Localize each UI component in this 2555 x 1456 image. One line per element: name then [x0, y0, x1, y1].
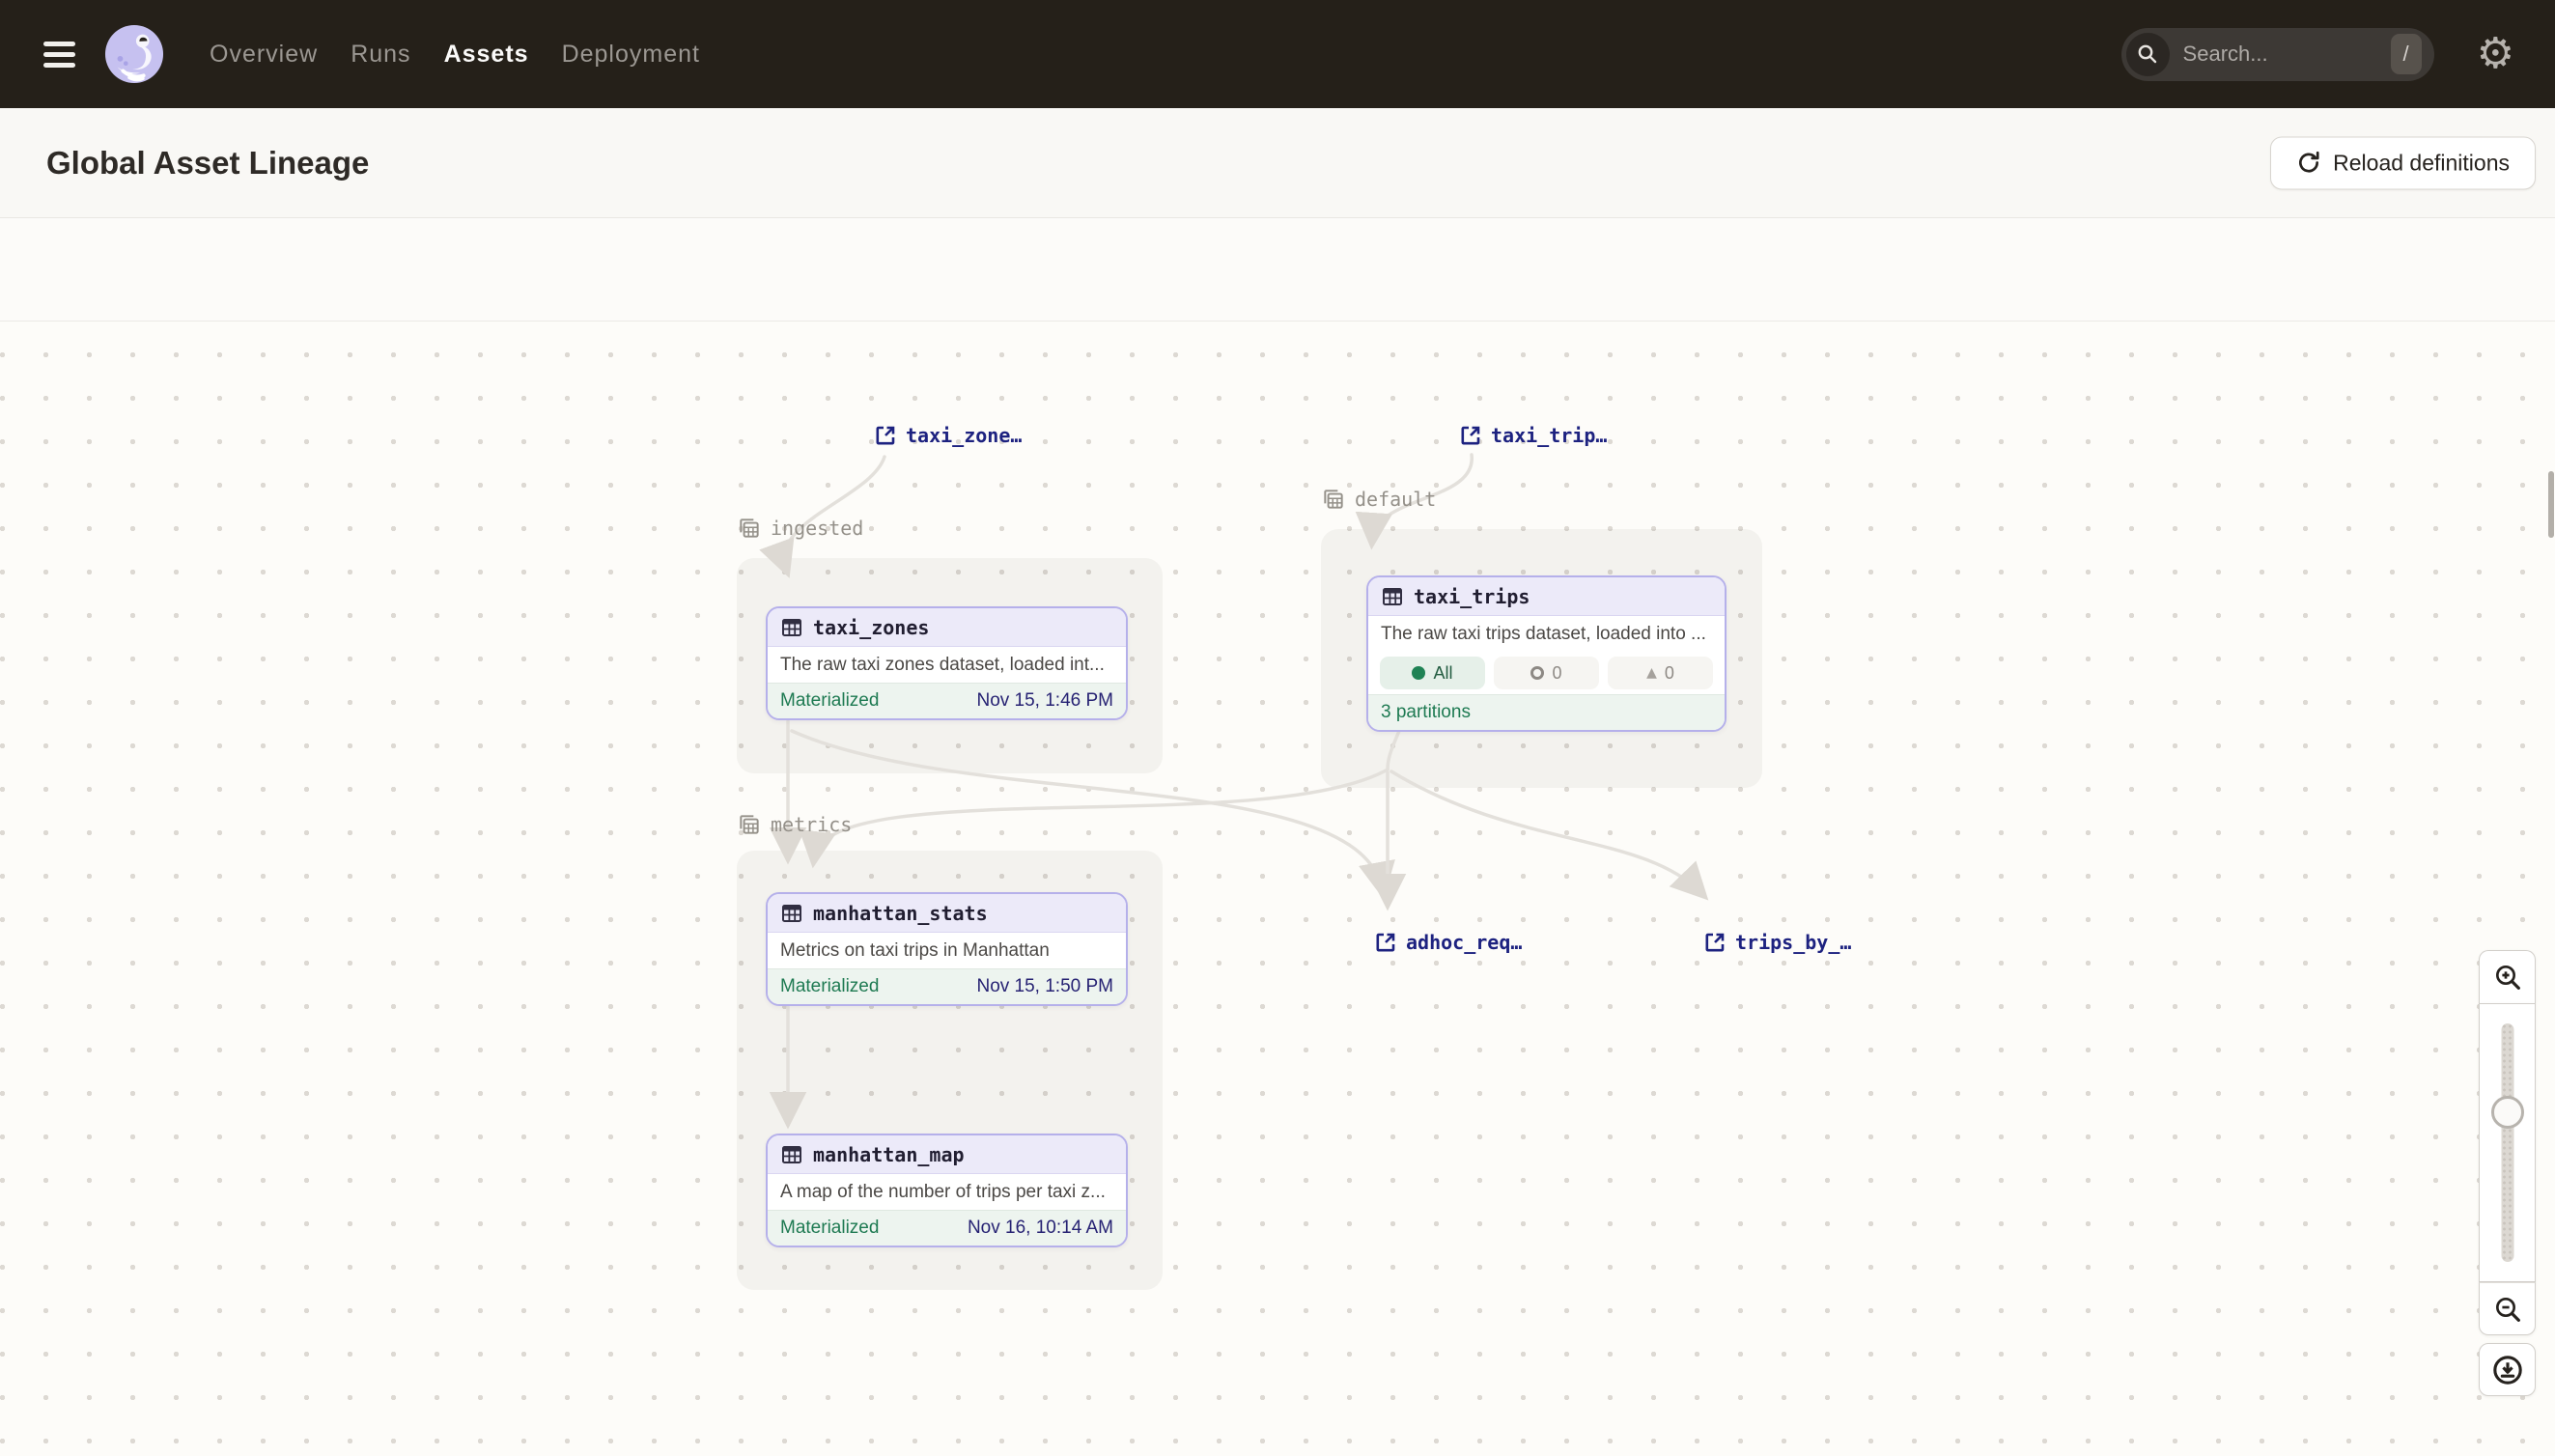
asset-name: taxi_zones	[813, 616, 929, 639]
asset-status: Materialized	[780, 690, 879, 712]
download-icon	[2491, 1354, 2524, 1386]
page-title: Global Asset Lineage	[46, 145, 369, 182]
table-icon	[1381, 585, 1404, 608]
nav-item-runs[interactable]: Runs	[351, 41, 410, 69]
table-icon	[780, 1143, 803, 1166]
group-grid-icon	[737, 812, 762, 837]
partition-pill-missing[interactable]: 0	[1494, 657, 1599, 689]
partition-pill-all[interactable]: All	[1380, 657, 1485, 689]
asset-node-manhattan-stats[interactable]: manhattan_stats Metrics on taxi trips in…	[766, 892, 1128, 1006]
gear-icon[interactable]: ⚙	[2477, 33, 2514, 75]
dagster-logo-icon[interactable]	[104, 24, 164, 84]
hamburger-menu-icon[interactable]	[43, 42, 75, 68]
page-header: Global Asset Lineage Reload definitions	[0, 108, 2555, 218]
download-image-button[interactable]	[2479, 1343, 2536, 1396]
group-label-default[interactable]: default	[1321, 487, 1436, 512]
group-grid-icon	[1321, 487, 1346, 512]
asset-description: Metrics on taxi trips in Manhattan	[768, 933, 1126, 968]
asset-status: Materialized	[780, 1218, 879, 1239]
asset-node-manhattan-map[interactable]: manhattan_map A map of the number of tri…	[766, 1134, 1128, 1247]
lineage-edges	[0, 322, 2555, 1456]
asset-timestamp: Nov 15, 1:46 PM	[976, 690, 1113, 712]
external-link-icon	[1459, 424, 1482, 447]
external-link-icon	[874, 424, 897, 447]
zoom-slider-thumb[interactable]	[2491, 1096, 2524, 1129]
warning-triangle-icon: ▲	[1646, 665, 1657, 681]
search-icon	[2126, 33, 2170, 76]
zoom-in-button[interactable]	[2479, 950, 2536, 1003]
partition-health-row: All 0 ▲0	[1368, 652, 1725, 694]
asset-name: taxi_trips	[1414, 585, 1530, 608]
asset-description: The raw taxi trips dataset, loaded into …	[1368, 616, 1725, 652]
partition-pill-failed[interactable]: ▲0	[1608, 657, 1713, 689]
external-link-icon	[1374, 931, 1397, 954]
external-asset-taxi-zone[interactable]: taxi_zone…	[874, 424, 1022, 447]
global-search[interactable]: /	[2121, 28, 2434, 81]
zoom-out-button[interactable]	[2479, 1282, 2536, 1335]
asset-partitions-count: 3 partitions	[1381, 702, 1471, 723]
search-input[interactable]	[2183, 42, 2347, 67]
external-asset-adhoc-req[interactable]: adhoc_req…	[1374, 931, 1522, 954]
asset-timestamp: Nov 15, 1:50 PM	[976, 976, 1113, 997]
external-asset-trips-by[interactable]: trips_by_…	[1703, 931, 1851, 954]
nav-item-assets[interactable]: Assets	[444, 41, 529, 69]
main-nav-links: Overview Runs Assets Deployment	[210, 41, 700, 69]
reload-icon	[2296, 151, 2321, 176]
asset-status: Materialized	[780, 976, 879, 997]
success-dot-icon	[1412, 666, 1425, 680]
zoom-out-icon	[2492, 1294, 2523, 1325]
nav-item-overview[interactable]: Overview	[210, 41, 318, 69]
group-label-metrics[interactable]: metrics	[737, 812, 852, 837]
zoom-slider-track[interactable]	[2501, 1023, 2513, 1262]
asset-node-taxi-zones[interactable]: taxi_zones The raw taxi zones dataset, l…	[766, 606, 1128, 720]
nav-right-cluster: / ⚙	[2121, 28, 2555, 81]
external-link-icon	[1703, 931, 1727, 954]
external-asset-taxi-trip[interactable]: taxi_trip…	[1459, 424, 1607, 447]
graph-scrollbar-thumb[interactable]	[2548, 471, 2554, 538]
lineage-toolbar: Filter Clear query Materialize all... ▾	[0, 218, 2555, 321]
asset-name: manhattan_stats	[813, 902, 988, 925]
group-label-ingested[interactable]: ingested	[737, 516, 863, 541]
asset-name: manhattan_map	[813, 1143, 965, 1166]
asset-description: The raw taxi zones dataset, loaded int..…	[768, 647, 1126, 683]
asset-description: A map of the number of trips per taxi z.…	[768, 1174, 1126, 1210]
missing-circle-icon	[1530, 666, 1544, 680]
search-shortcut-badge: /	[2391, 34, 2422, 74]
lineage-graph-canvas[interactable]: /* fix ingested box height (577-800 page…	[0, 321, 2555, 1456]
top-nav-bar: Overview Runs Assets Deployment / ⚙	[0, 0, 2555, 108]
group-grid-icon	[737, 516, 762, 541]
asset-timestamp: Nov 16, 10:14 AM	[968, 1218, 1113, 1239]
zoom-in-icon	[2492, 962, 2523, 993]
table-icon	[780, 902, 803, 925]
asset-node-taxi-trips[interactable]: taxi_trips The raw taxi trips dataset, l…	[1366, 575, 1727, 732]
reload-definitions-button[interactable]: Reload definitions	[2270, 136, 2536, 189]
zoom-slider[interactable]	[2479, 1003, 2536, 1282]
nav-item-deployment[interactable]: Deployment	[562, 41, 700, 69]
table-icon	[780, 616, 803, 639]
